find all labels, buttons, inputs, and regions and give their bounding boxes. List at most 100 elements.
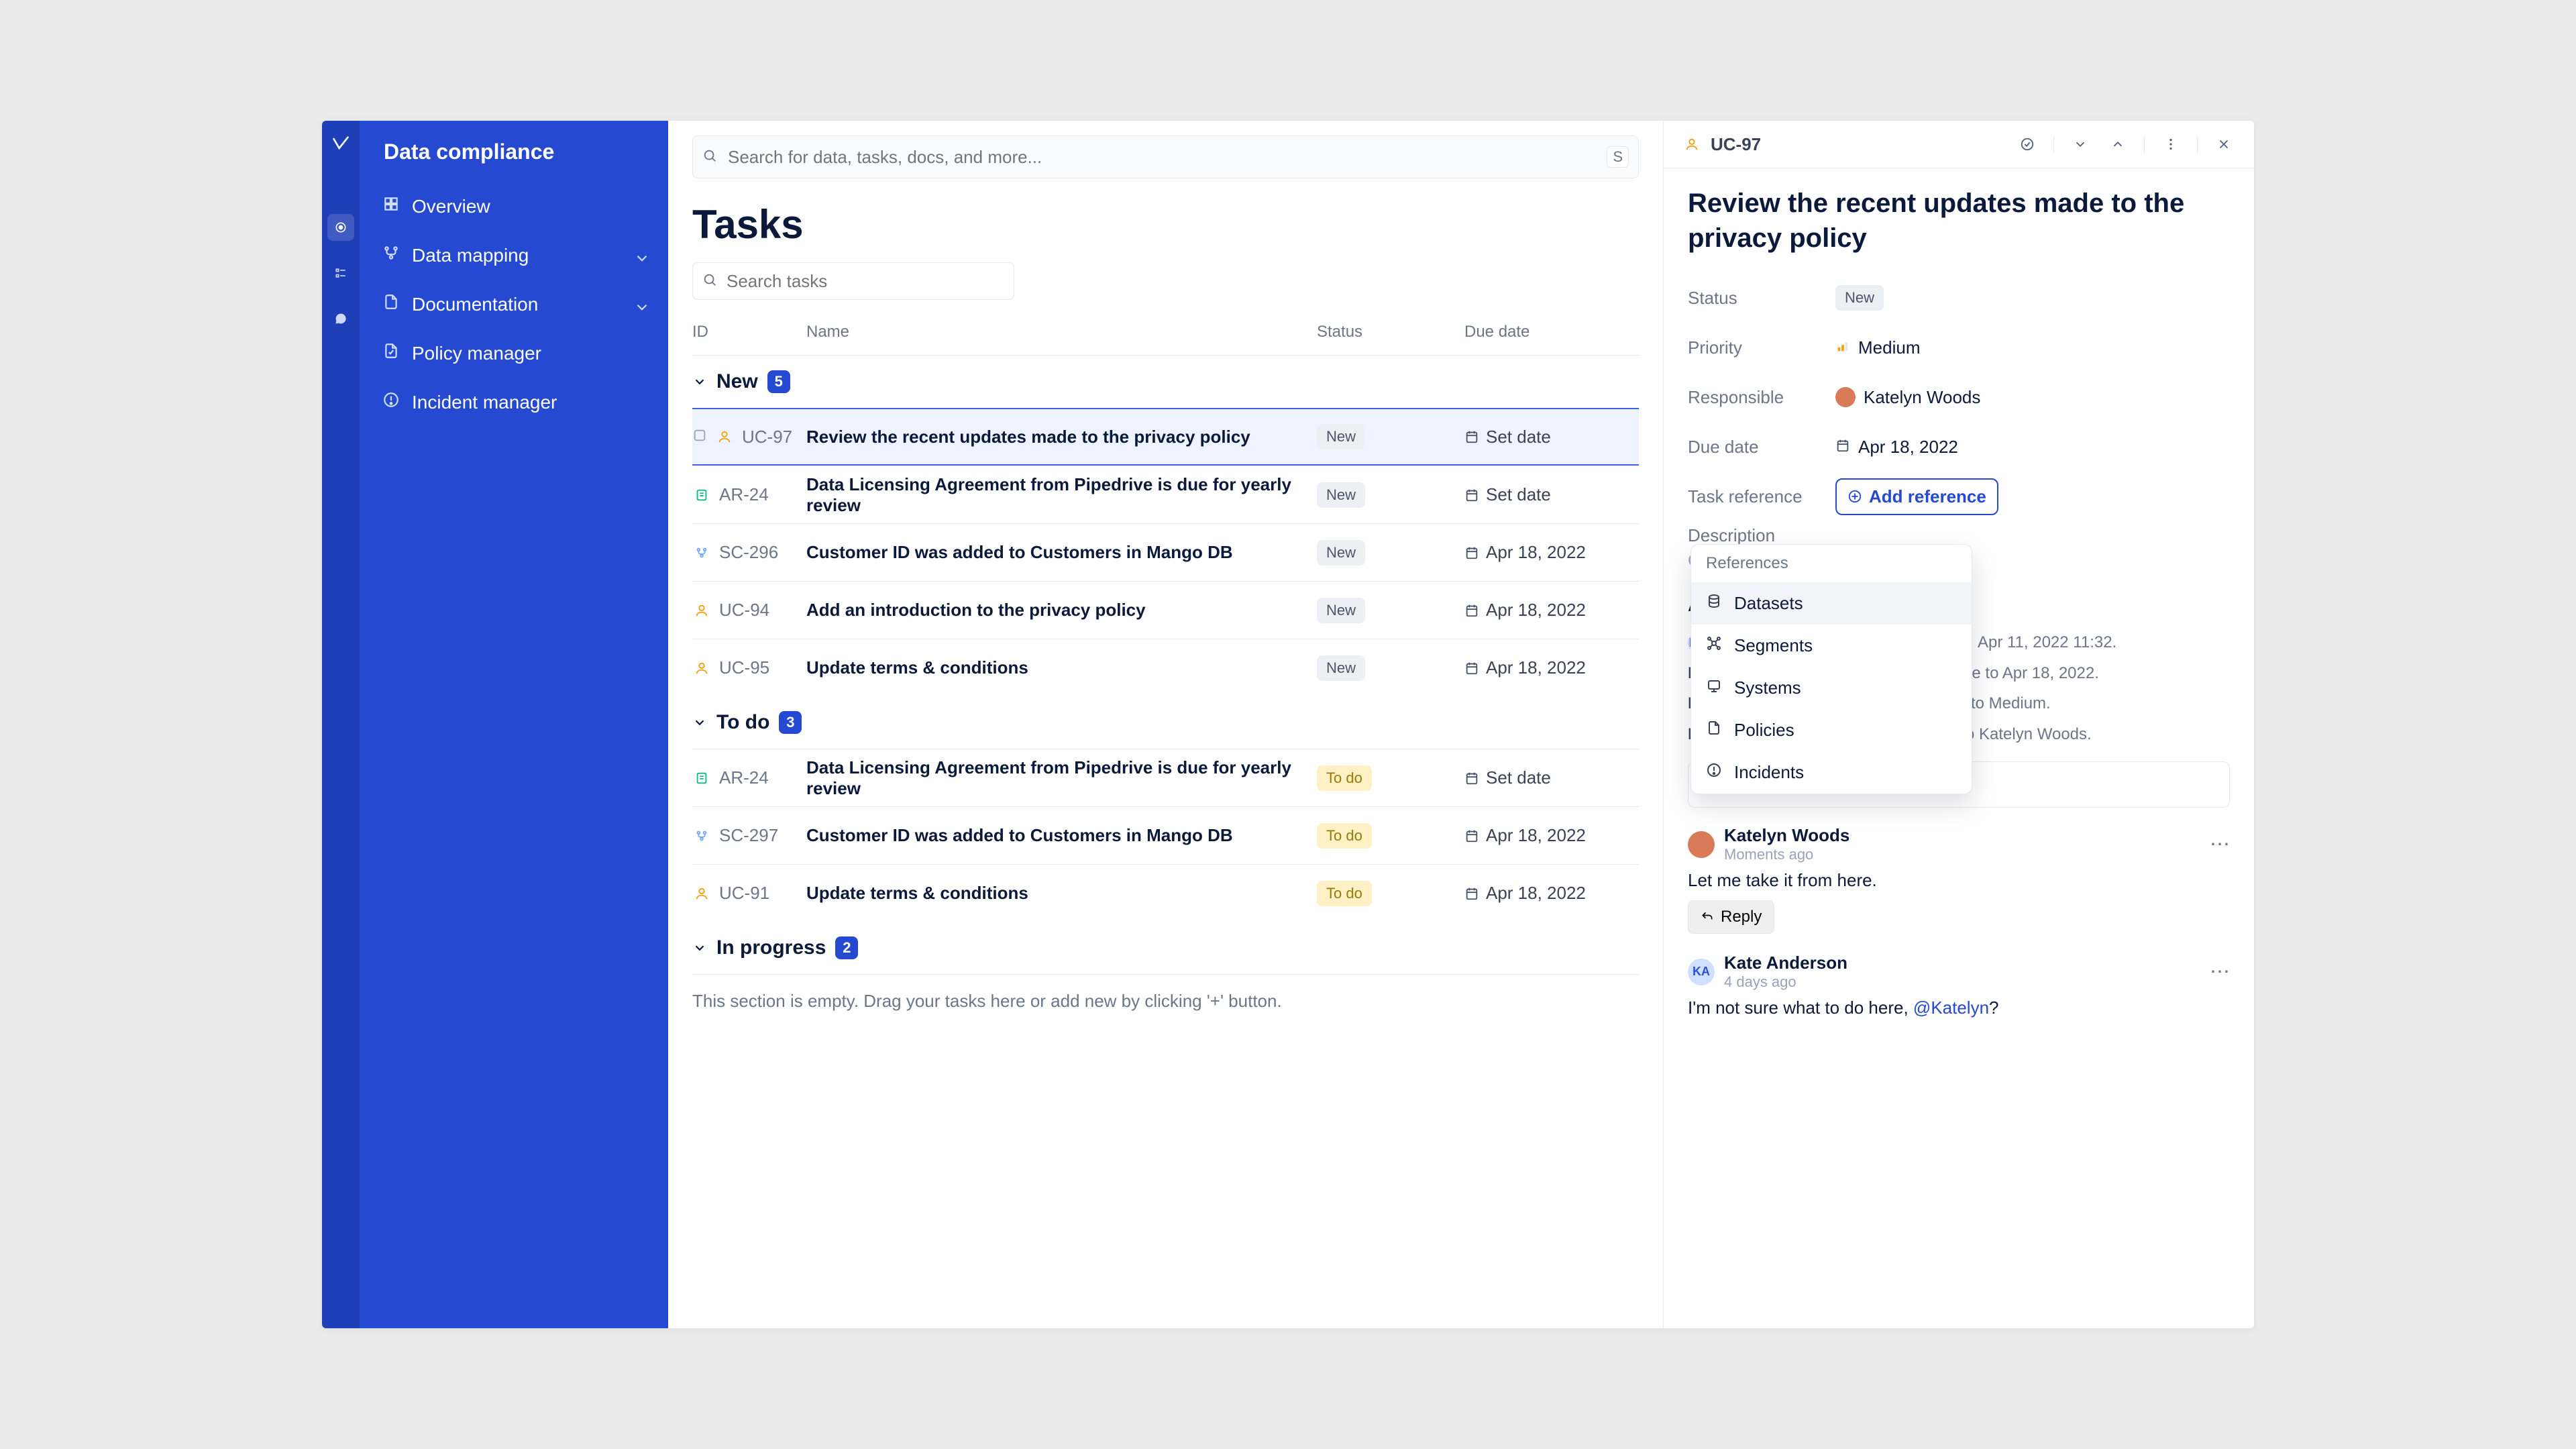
reference-option-label: Incidents <box>1734 762 1804 783</box>
chevron-up-icon[interactable] <box>2106 133 2129 156</box>
chevron-down-icon <box>633 250 645 262</box>
group-in_progress-header[interactable]: In progress 2 <box>692 922 1639 974</box>
task-id: SC-297 <box>719 825 778 846</box>
global-search[interactable]: S <box>692 136 1639 178</box>
reference-option-systems[interactable]: Systems <box>1691 667 1972 709</box>
col-due[interactable]: Due date <box>1464 323 1639 341</box>
table-row[interactable]: UC-95 Update terms & conditions New Apr … <box>692 639 1639 696</box>
table-row[interactable]: UC-91 Update terms & conditions To do Ap… <box>692 864 1639 922</box>
calendar-icon <box>1835 437 1850 458</box>
responsible-name: Katelyn Woods <box>1864 387 1980 408</box>
due-text: Set date <box>1486 767 1551 788</box>
task-id: UC-91 <box>719 883 769 904</box>
chevron-down-icon <box>692 941 707 955</box>
sidebar-item-docs[interactable]: Documentation <box>372 281 656 327</box>
close-icon[interactable] <box>2212 133 2235 156</box>
task-name: Update terms & conditions <box>806 883 1317 904</box>
due-cell[interactable]: Apr 18, 2022 <box>1464 825 1639 846</box>
sidebar-item-mapping[interactable]: Data mapping <box>372 232 656 278</box>
col-status[interactable]: Status <box>1317 323 1464 341</box>
due-cell[interactable]: Set date <box>1464 427 1639 447</box>
task-name: Review the recent updates made to the pr… <box>806 427 1317 447</box>
reference-option-segments[interactable]: Segments <box>1691 625 1972 667</box>
due-text: Apr 18, 2022 <box>1486 825 1586 846</box>
table-row[interactable]: SC-296 Customer ID was added to Customer… <box>692 523 1639 581</box>
reference-option-label: Segments <box>1734 635 1813 656</box>
due-cell[interactable]: Apr 18, 2022 <box>1464 657 1639 678</box>
priority-value[interactable]: Medium <box>1835 337 2230 358</box>
rail-list-icon[interactable] <box>327 260 354 286</box>
mapping-icon <box>382 244 400 266</box>
task-type-icon <box>692 486 711 504</box>
sidebar-title: Data compliance <box>360 121 668 183</box>
task-id: AR-24 <box>719 767 769 788</box>
responsible-value[interactable]: Katelyn Woods <box>1835 387 2230 408</box>
task-search[interactable] <box>692 262 1014 300</box>
global-search-input[interactable] <box>727 146 1597 168</box>
status-pill[interactable]: New <box>1835 285 1884 311</box>
rail-chat-icon[interactable] <box>327 305 354 332</box>
more-icon[interactable]: ⋯ <box>2210 833 2230 856</box>
sidebar-item-label: Incident manager <box>412 392 645 413</box>
chevron-down-icon[interactable] <box>2069 133 2092 156</box>
chevron-down-icon <box>692 715 707 730</box>
status-badge: New <box>1317 424 1365 449</box>
table-row[interactable]: AR-24 Data Licensing Agreement from Pipe… <box>692 466 1639 523</box>
due-cell[interactable]: Apr 18, 2022 <box>1464 883 1639 904</box>
add-reference-button[interactable]: Add reference <box>1835 478 1998 515</box>
comment: KA Kate Anderson 4 days ago ⋯ I'm not su… <box>1688 953 2230 1018</box>
table-row[interactable]: UC-97 Review the recent updates made to … <box>692 408 1639 466</box>
policies-icon <box>1706 720 1722 741</box>
comment-author: Katelyn Woods <box>1724 825 1849 846</box>
field-label: Task reference <box>1688 486 1835 507</box>
table-row[interactable]: SC-297 Customer ID was added to Customer… <box>692 806 1639 864</box>
sidebar-item-incident[interactable]: Incident manager <box>372 379 656 425</box>
task-type-icon <box>692 769 711 788</box>
sidebar: Data compliance Overview Data mapping Do… <box>360 121 668 1328</box>
reference-option-policies[interactable]: Policies <box>1691 709 1972 751</box>
col-name[interactable]: Name <box>806 323 1317 341</box>
due-cell[interactable]: Set date <box>1464 767 1639 788</box>
more-icon[interactable]: ⋯ <box>2210 960 2230 983</box>
due-cell[interactable]: Apr 18, 2022 <box>1464 600 1639 621</box>
field-due: Due date Apr 18, 2022 <box>1688 422 2230 472</box>
task-id: SC-296 <box>719 542 778 563</box>
checkbox[interactable] <box>692 427 707 447</box>
field-label: Status <box>1688 288 1835 309</box>
complete-icon[interactable] <box>2016 133 2039 156</box>
reference-option-datasets[interactable]: Datasets <box>1691 582 1972 625</box>
group-new-header[interactable]: New 5 <box>692 356 1639 408</box>
priority-text: Medium <box>1858 337 1920 358</box>
status-badge: New <box>1317 482 1365 508</box>
mention[interactable]: @Katelyn <box>1913 998 1989 1018</box>
task-search-input[interactable] <box>725 270 1004 292</box>
task-type-icon <box>692 601 711 620</box>
reference-menu[interactable]: References Datasets Segments Systems Pol… <box>1690 544 1972 794</box>
reply-button[interactable]: Reply <box>1688 900 1774 934</box>
task-name: Data Licensing Agreement from Pipedrive … <box>806 757 1317 799</box>
due-cell[interactable]: Set date <box>1464 484 1639 505</box>
sidebar-item-overview[interactable]: Overview <box>372 183 656 229</box>
group-count: 2 <box>835 936 858 959</box>
due-text: Apr 18, 2022 <box>1486 600 1586 621</box>
logo <box>331 134 350 156</box>
empty-group-text: This section is empty. Drag your tasks h… <box>692 974 1639 1038</box>
comment-time: 4 days ago <box>1724 973 1847 991</box>
reply-label: Reply <box>1721 908 1762 926</box>
group-label: In progress <box>716 936 826 959</box>
table-row[interactable]: UC-94 Add an introduction to the privacy… <box>692 581 1639 639</box>
comment-time: Moments ago <box>1724 846 1849 863</box>
due-value[interactable]: Apr 18, 2022 <box>1835 437 2230 458</box>
field-label: Due date <box>1688 437 1835 458</box>
due-cell[interactable]: Apr 18, 2022 <box>1464 542 1639 563</box>
group-todo-header[interactable]: To do 3 <box>692 696 1639 749</box>
reference-option-incidents[interactable]: Incidents <box>1691 751 1972 794</box>
more-icon[interactable] <box>2159 133 2182 156</box>
group-label: To do <box>716 711 769 734</box>
search-shortcut: S <box>1607 146 1629 168</box>
sidebar-item-policy[interactable]: Policy manager <box>372 330 656 376</box>
col-id[interactable]: ID <box>692 323 806 341</box>
rail-target-icon[interactable] <box>327 214 354 241</box>
table-row[interactable]: AR-24 Data Licensing Agreement from Pipe… <box>692 749 1639 806</box>
avatar <box>1835 387 1856 407</box>
